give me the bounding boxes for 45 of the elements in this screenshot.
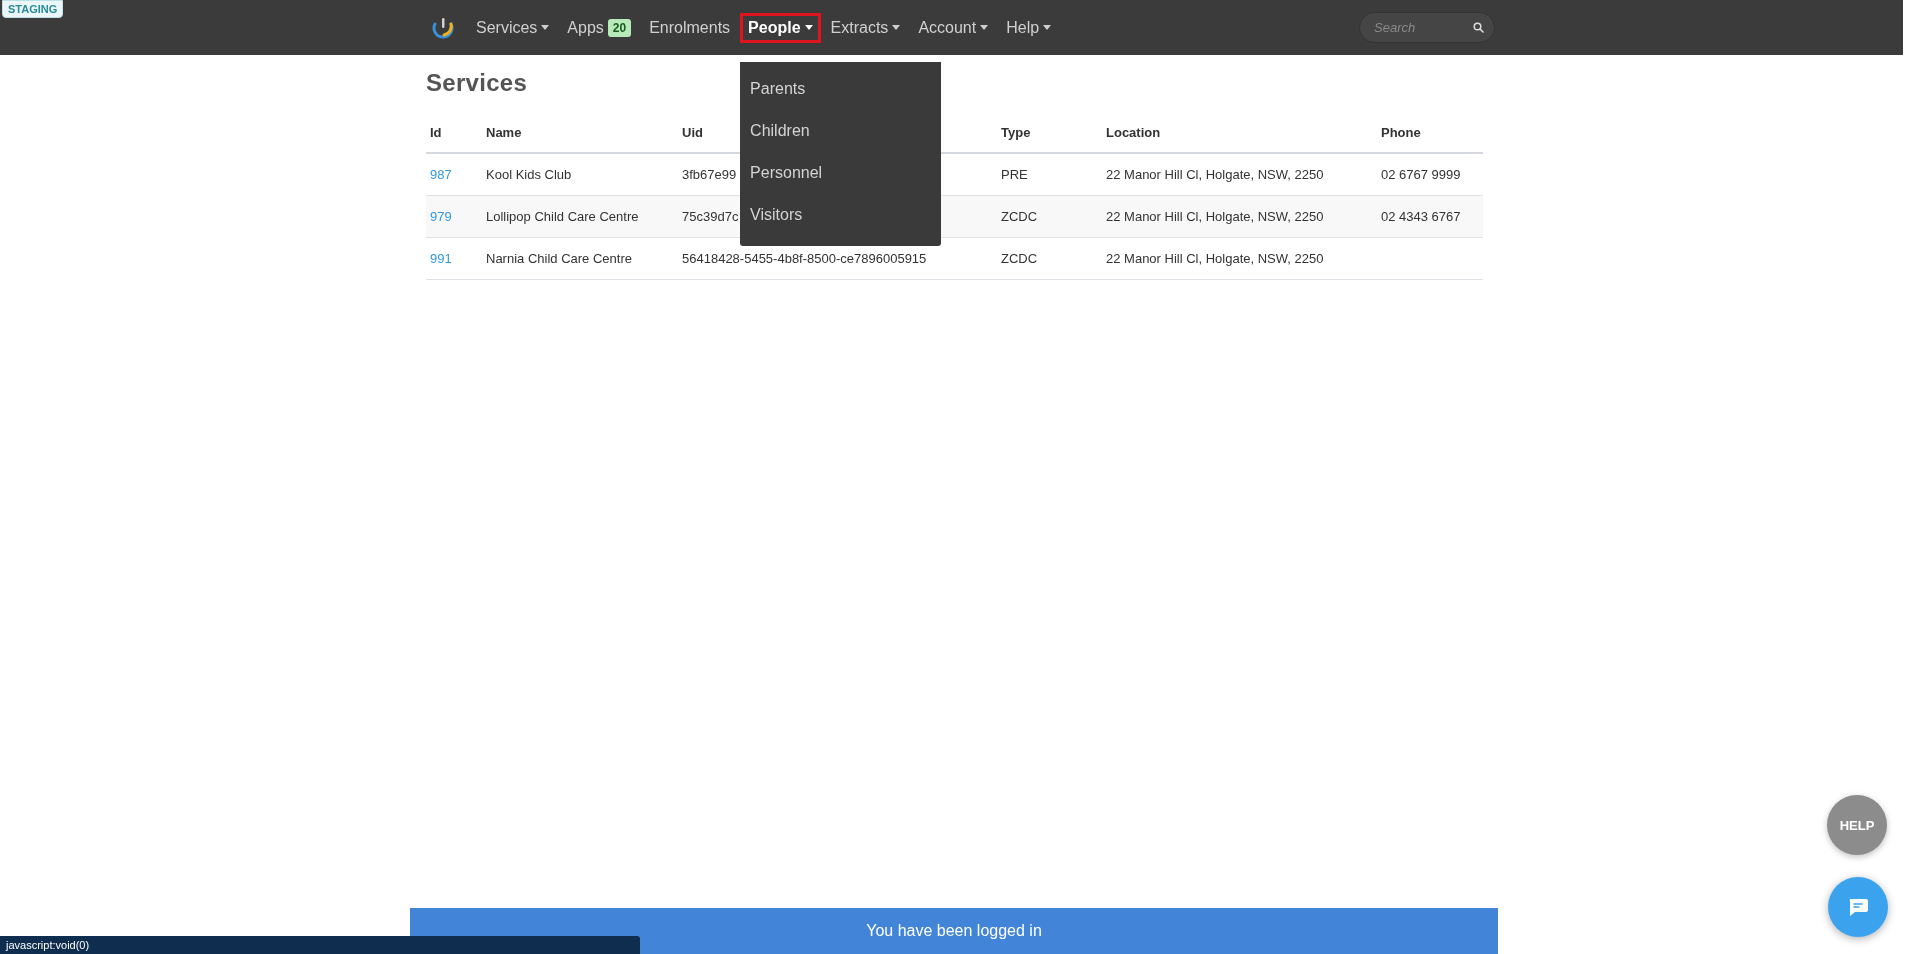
nav-item[interactable]: Services [468, 12, 558, 43]
search-input[interactable]: Search [1372, 19, 1473, 36]
menu-item[interactable]: Children [740, 109, 942, 152]
column-header: Type [997, 113, 1102, 153]
table-cell: ZCDC [1001, 251, 1038, 266]
nav-item[interactable]: Enrolments [641, 12, 739, 43]
table-cell: Narnia Child Care Centre [486, 251, 632, 266]
menu-item[interactable]: Personnel [740, 151, 942, 194]
table-cell: 56418428-5455-4b8f-8500-ce7896005915 [682, 251, 927, 266]
menu-item[interactable]: Visitors [740, 193, 942, 236]
chat-button[interactable] [1828, 877, 1888, 937]
search-icon[interactable] [1473, 22, 1484, 33]
page-title: Services [426, 69, 528, 97]
column-header: Id [426, 113, 482, 153]
nav-item[interactable]: Extracts [822, 12, 909, 43]
table-cell: 22 Manor Hill Cl, Holgate, NSW, 2250 [1106, 209, 1324, 224]
table-cell: PRE [1001, 167, 1028, 182]
nav-item[interactable]: Help [998, 12, 1060, 43]
nav-item[interactable]: Apps 20 [559, 12, 640, 43]
column-header: Location [1102, 113, 1377, 153]
search-field[interactable]: Search [1359, 12, 1495, 43]
caret-icon [980, 25, 989, 30]
column-header: Phone [1377, 113, 1483, 153]
table-cell: ZCDC [1001, 209, 1038, 224]
caret-icon [892, 25, 901, 30]
table-cell: Kool Kids Club [486, 167, 572, 182]
caret-icon [541, 25, 550, 30]
environment-badge: STAGING [2, 0, 64, 18]
table-cell: 75c39d7c [682, 209, 739, 224]
table-cell: 02 4343 6767 [1381, 209, 1461, 224]
table-cell: 22 Manor Hill Cl, Holgate, NSW, 2250 [1106, 251, 1324, 266]
nav-item[interactable]: Account [910, 12, 997, 43]
table-cell: 22 Manor Hill Cl, Holgate, NSW, 2250 [1106, 167, 1324, 182]
count-badge: 20 [607, 18, 632, 37]
caret-icon [1043, 25, 1052, 30]
notification-banner: You have been logged in [410, 908, 1498, 954]
chat-icon [1847, 897, 1869, 917]
table-cell: 3fb67e99 [682, 167, 737, 182]
column-header: Name [482, 113, 678, 153]
menu-item[interactable]: Parents [740, 67, 942, 110]
table-cell: Lollipop Child Care Centre [486, 209, 639, 224]
caret-icon [804, 25, 813, 30]
status-bar: javascript:void(0) [0, 936, 640, 954]
nav-item[interactable]: People [740, 12, 821, 43]
table-cell: 02 6767 9999 [1381, 167, 1461, 182]
